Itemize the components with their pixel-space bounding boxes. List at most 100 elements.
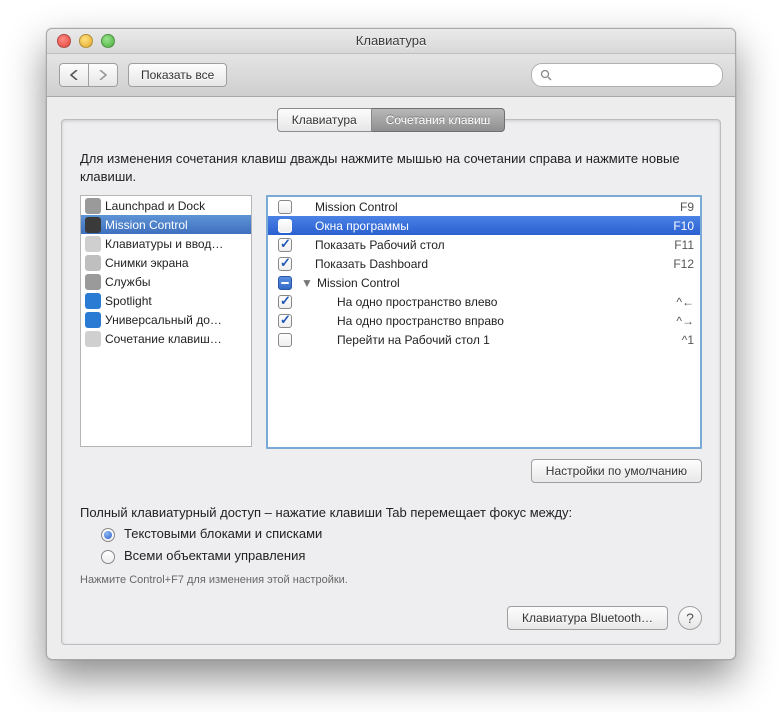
- forward-button[interactable]: [89, 63, 118, 87]
- category-item-mission[interactable]: Mission Control: [81, 215, 251, 234]
- category-label: Launchpad и Dock: [105, 199, 205, 213]
- radio-input[interactable]: [101, 528, 115, 542]
- chevron-left-icon: [70, 70, 78, 80]
- category-label: Универсальный до…: [105, 313, 222, 327]
- category-item-keyboard[interactable]: Клавиатуры и ввод…: [81, 234, 251, 253]
- toolbar: Показать все: [47, 54, 735, 97]
- bluetooth-keyboard-button[interactable]: Клавиатура Bluetooth…: [507, 606, 668, 630]
- show-all-button[interactable]: Показать все: [128, 63, 227, 87]
- shortcut-key[interactable]: ^←: [676, 295, 694, 309]
- shortcut-label: На одно пространство влево: [301, 295, 670, 309]
- disclosure-triangle-icon[interactable]: ▼: [301, 276, 311, 290]
- radio-label: Текстовыми блоками и списками: [124, 526, 322, 541]
- window-title: Клавиатура: [356, 33, 426, 48]
- instructions-text: Для изменения сочетания клавиш дважды на…: [80, 150, 702, 185]
- services-icon: [85, 274, 101, 290]
- full-keyboard-access-section: Полный клавиатурный доступ – нажатие кла…: [80, 505, 702, 586]
- content-panel: Клавиатура Сочетания клавиш Для изменени…: [61, 119, 721, 645]
- shortcut-key[interactable]: ^→: [676, 314, 694, 328]
- close-button[interactable]: [57, 34, 71, 48]
- app-icon: [85, 331, 101, 347]
- tab-label: Сочетания клавиш: [386, 113, 491, 127]
- category-item-accessibility[interactable]: Универсальный до…: [81, 310, 251, 329]
- minimize-button[interactable]: [79, 34, 93, 48]
- shortcut-label: Окна программы: [301, 219, 667, 233]
- spotlight-icon: [85, 293, 101, 309]
- back-button[interactable]: [59, 63, 89, 87]
- shortcut-key[interactable]: F9: [680, 200, 694, 214]
- shortcut-row[interactable]: Перейти на Рабочий стол 1 ^1: [268, 330, 700, 349]
- shortcut-row[interactable]: Окна программы F10: [268, 216, 700, 235]
- tab-shortcuts[interactable]: Сочетания клавиш: [372, 108, 506, 132]
- shortcut-label: Показать Dashboard: [301, 257, 667, 271]
- shortcut-checkbox[interactable]: [278, 295, 292, 309]
- category-item-launchpad[interactable]: Launchpad и Dock: [81, 196, 251, 215]
- shortcut-checkbox[interactable]: [278, 276, 292, 290]
- category-label: Службы: [105, 275, 150, 289]
- category-label: Клавиатуры и ввод…: [105, 237, 223, 251]
- shortcut-label: Mission Control: [317, 276, 688, 290]
- shortcut-row[interactable]: На одно пространство вправо ^→: [268, 311, 700, 330]
- shortcut-key[interactable]: F10: [673, 219, 694, 233]
- chevron-right-icon: [99, 70, 107, 80]
- shortcut-checkbox[interactable]: [278, 200, 292, 214]
- search-input[interactable]: [556, 67, 715, 83]
- shortcut-checkbox[interactable]: [278, 238, 292, 252]
- keyboard-icon: [85, 236, 101, 252]
- search-icon: [540, 69, 552, 81]
- category-list[interactable]: Launchpad и Dock Mission Control Клавиатур…: [80, 195, 252, 447]
- mission-icon: [85, 217, 101, 233]
- shortcut-key[interactable]: F11: [674, 238, 694, 252]
- show-all-label: Показать все: [141, 68, 214, 82]
- full-access-heading: Полный клавиатурный доступ – нажатие кла…: [80, 505, 702, 520]
- category-item-app[interactable]: Сочетание клавиш…: [81, 329, 251, 348]
- screenshot-icon: [85, 255, 101, 271]
- tab-bar: Клавиатура Сочетания клавиш: [62, 108, 720, 132]
- split-panel: Launchpad и Dock Mission Control Клавиатур…: [80, 195, 702, 449]
- preferences-window: Клавиатура Показать все Клавиатура Сочет…: [46, 28, 736, 660]
- shortcut-row[interactable]: ▼ Mission Control: [268, 273, 700, 292]
- accessibility-icon: [85, 312, 101, 328]
- radio-text-only[interactable]: Текстовыми блоками и списками: [96, 525, 702, 542]
- tab-label: Клавиатура: [292, 113, 357, 127]
- shortcut-label: Показать Рабочий стол: [301, 238, 668, 252]
- category-label: Spotlight: [105, 294, 152, 308]
- shortcut-checkbox[interactable]: [278, 257, 292, 271]
- shortcut-label: Перейти на Рабочий стол 1: [301, 333, 676, 347]
- radio-all-controls[interactable]: Всеми объектами управления: [96, 547, 702, 564]
- shortcut-row[interactable]: Mission Control F9: [268, 197, 700, 216]
- category-item-spotlight[interactable]: Spotlight: [81, 291, 251, 310]
- category-item-screenshot[interactable]: Снимки экрана: [81, 253, 251, 272]
- traffic-lights: [57, 34, 115, 48]
- footer: Клавиатура Bluetooth… ?: [507, 606, 702, 630]
- shortcut-key[interactable]: ^1: [682, 333, 694, 347]
- category-item-services[interactable]: Службы: [81, 272, 251, 291]
- shortcut-list[interactable]: Mission Control F9 Окна программы F10 Показа…: [266, 195, 702, 449]
- shortcut-checkbox[interactable]: [278, 333, 292, 347]
- shortcut-row[interactable]: Показать Dashboard F12: [268, 254, 700, 273]
- restore-defaults-button[interactable]: Настройки по умолчанию: [531, 459, 702, 483]
- category-label: Mission Control: [105, 218, 188, 232]
- shortcut-key[interactable]: F12: [673, 257, 694, 271]
- zoom-button[interactable]: [101, 34, 115, 48]
- nav-segment: [59, 63, 118, 87]
- radio-input[interactable]: [101, 550, 115, 564]
- shortcut-label: На одно пространство вправо: [301, 314, 670, 328]
- launchpad-icon: [85, 198, 101, 214]
- full-access-hint: Нажмите Control+F7 для изменения этой на…: [80, 574, 702, 586]
- shortcut-checkbox[interactable]: [278, 314, 292, 328]
- tab-keyboard[interactable]: Клавиатура: [277, 108, 372, 132]
- shortcut-checkbox[interactable]: [278, 219, 292, 233]
- shortcut-row[interactable]: Показать Рабочий стол F11: [268, 235, 700, 254]
- help-icon: ?: [686, 610, 694, 626]
- shortcut-label: Mission Control: [301, 200, 674, 214]
- shortcut-row[interactable]: На одно пространство влево ^←: [268, 292, 700, 311]
- help-button[interactable]: ?: [678, 606, 702, 630]
- search-field[interactable]: [531, 63, 723, 87]
- category-label: Сочетание клавиш…: [105, 332, 222, 346]
- radio-label: Всеми объектами управления: [124, 548, 305, 563]
- button-label: Клавиатура Bluetooth…: [522, 611, 653, 625]
- button-label: Настройки по умолчанию: [546, 464, 687, 478]
- category-label: Снимки экрана: [105, 256, 189, 270]
- titlebar: Клавиатура: [47, 29, 735, 54]
